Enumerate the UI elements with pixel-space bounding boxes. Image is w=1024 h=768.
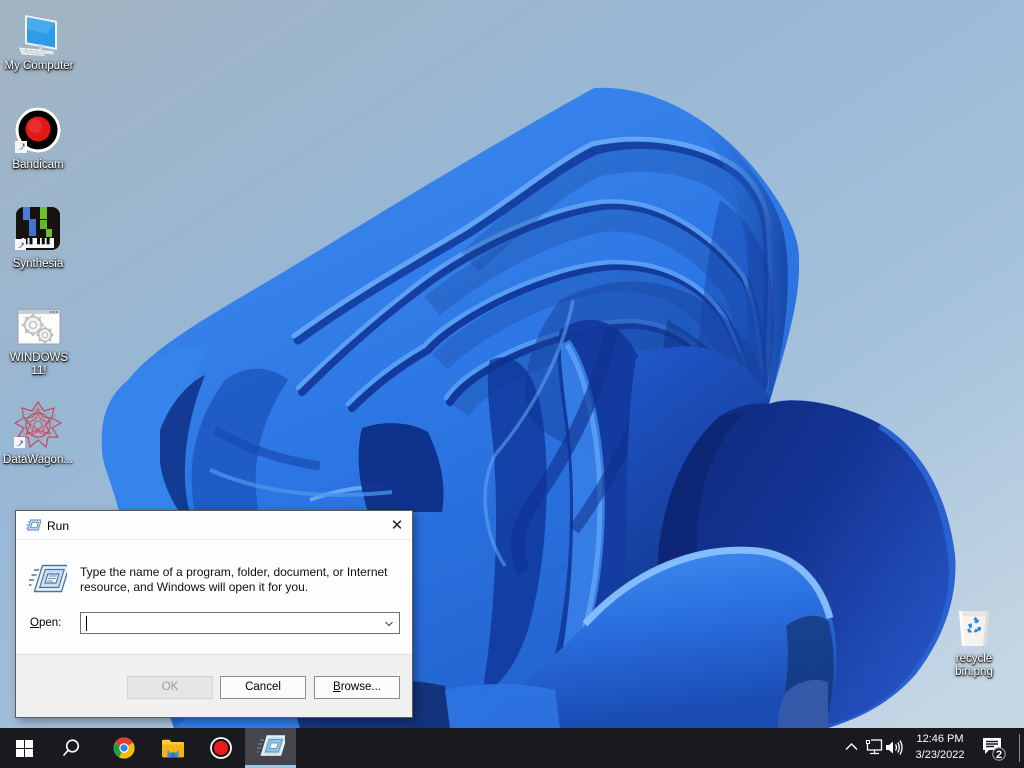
svg-text:2: 2 <box>996 749 1002 761</box>
